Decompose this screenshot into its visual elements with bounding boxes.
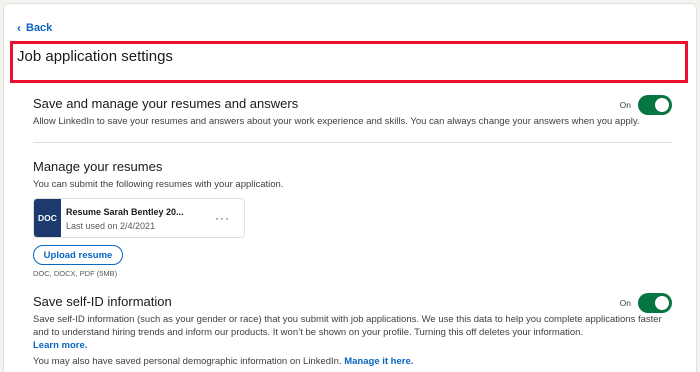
self-id-toggle-label: On xyxy=(619,298,631,308)
self-id-toggle[interactable] xyxy=(638,293,672,313)
upload-resume-button[interactable]: Upload resume xyxy=(33,245,123,265)
resume-last-used: Last used on 2/4/2021 xyxy=(66,221,156,231)
manage-it-here-link[interactable]: Manage it here. xyxy=(344,356,413,367)
self-id-toggle-group: On xyxy=(620,293,672,313)
back-link[interactable]: ‹ Back xyxy=(17,22,52,34)
section-divider xyxy=(33,142,672,143)
doc-file-icon: DOC xyxy=(34,199,61,237)
self-id-description-text: Save self-ID information (such as your g… xyxy=(33,314,662,338)
self-id-title: Save self-ID information xyxy=(33,294,172,309)
save-answers-toggle[interactable] xyxy=(638,95,672,115)
resume-card[interactable]: DOC Resume Sarah Bentley 20... Last used… xyxy=(33,198,245,238)
save-answers-toggle-label: On xyxy=(619,100,631,110)
resume-name: Resume Sarah Bentley 20... xyxy=(66,207,184,217)
file-formats-note: DOC, DOCX, PDF (5MB) xyxy=(33,269,118,278)
save-answers-section: Save and manage your resumes and answers… xyxy=(33,95,672,128)
more-options-icon[interactable]: ··· xyxy=(201,199,244,237)
chevron-left-icon: ‹ xyxy=(17,21,21,35)
learn-more-link[interactable]: Learn more. xyxy=(33,340,87,351)
self-id-note: You may also have saved personal demogra… xyxy=(33,355,672,368)
resume-info: Resume Sarah Bentley 20... Last used on … xyxy=(61,199,201,237)
self-id-note-text: You may also have saved personal demogra… xyxy=(33,356,342,367)
save-answers-description: Allow LinkedIn to save your resumes and … xyxy=(33,116,640,127)
manage-resumes-description: You can submit the following resumes wit… xyxy=(33,179,284,190)
back-label: Back xyxy=(26,22,53,34)
save-answers-title: Save and manage your resumes and answers xyxy=(33,96,299,111)
self-id-description: Save self-ID information (such as your g… xyxy=(33,313,672,352)
save-answers-toggle-group: On xyxy=(620,95,672,115)
manage-resumes-section: Manage your resumes You can submit the f… xyxy=(33,159,672,191)
page-title: Job application settings xyxy=(17,48,173,65)
self-id-section: Save self-ID information Save self-ID in… xyxy=(33,293,672,368)
manage-resumes-title: Manage your resumes xyxy=(33,159,163,174)
